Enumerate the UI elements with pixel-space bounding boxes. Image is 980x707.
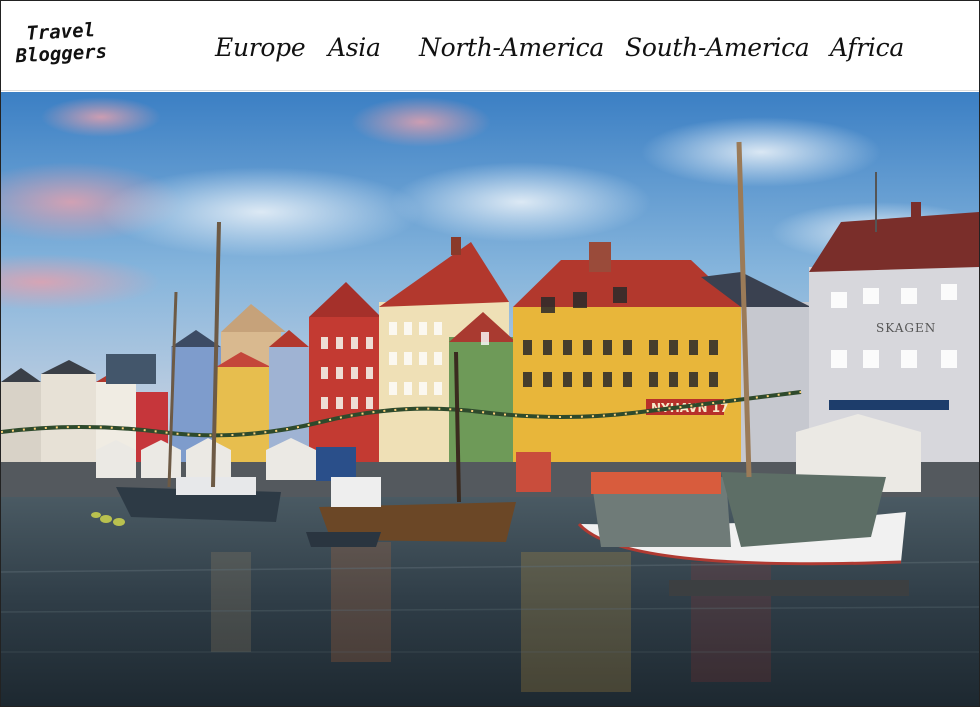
cloud [641, 117, 881, 187]
nav-link-africa[interactable]: Africa [830, 31, 904, 65]
hero-image: SKAGEN NYHAVN 17 [1, 92, 979, 706]
cloud [101, 167, 421, 257]
main-nav: Europe Asia North-America South-America … [1, 31, 979, 67]
cloud [391, 162, 651, 242]
page-frame: Travel Bloggers Europe Asia North-Americ… [0, 0, 980, 707]
skagen-sign: SKAGEN [876, 321, 936, 335]
cloud [351, 97, 491, 147]
nav-link-south-america[interactable]: South-America [625, 31, 810, 65]
cloud [41, 97, 161, 137]
red-stall [516, 452, 551, 492]
nav-link-europe[interactable]: Europe [215, 31, 306, 65]
blue-stall [316, 447, 356, 481]
harbor-illustration: SKAGEN NYHAVN 17 [1, 92, 979, 706]
yellow-small-house [216, 352, 271, 462]
top-navigation-bar: Travel Bloggers Europe Asia North-Americ… [1, 1, 979, 91]
nav-link-north-america[interactable]: North-America [419, 31, 604, 65]
nav-link-asia[interactable]: Asia [328, 31, 381, 65]
